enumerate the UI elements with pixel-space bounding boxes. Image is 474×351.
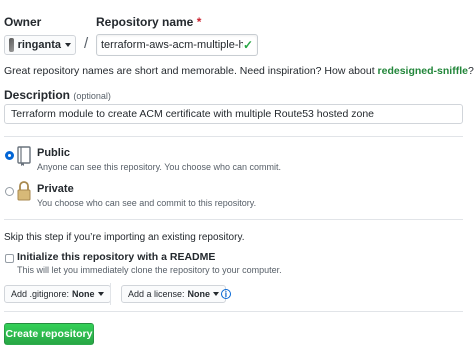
repository-name-label-text: Repository name	[96, 15, 194, 29]
vertical-divider	[110, 283, 111, 305]
owner-repo-separator: /	[84, 35, 89, 52]
import-note: Skip this step if you’re importing an ex…	[4, 232, 245, 243]
repository-name-input[interactable]: terraform-aws-acm-multiple-hosted-zone ✓	[96, 34, 258, 56]
description-input[interactable]: Terraform module to create ACM certifica…	[4, 104, 463, 124]
public-subtitle: Anyone can see this repository. You choo…	[37, 162, 281, 172]
private-subtitle: You choose who can see and commit to thi…	[37, 198, 257, 208]
chevron-down-icon	[97, 292, 104, 296]
divider	[4, 311, 463, 312]
repo-icon	[16, 146, 32, 171]
info-icon[interactable]: i	[221, 289, 231, 299]
gitignore-value: None	[72, 289, 95, 299]
lock-icon	[16, 180, 32, 207]
gitignore-dropdown[interactable]: Add .gitignore: None	[4, 285, 111, 303]
name-suggestion: Great repository names are short and mem…	[4, 65, 474, 77]
avatar	[9, 38, 14, 52]
suggestion-text: Great repository names are short and mem…	[4, 65, 378, 77]
public-title: Public	[37, 147, 71, 159]
owner-name: ringanta	[17, 39, 61, 51]
gitignore-label: Add .gitignore:	[11, 289, 70, 299]
owner-dropdown[interactable]: ringanta	[4, 35, 76, 55]
chevron-down-icon	[65, 43, 71, 47]
repository-name-value: terraform-aws-acm-multiple-hosted-zone	[101, 39, 243, 51]
description-label: Description (optional)	[4, 88, 111, 102]
license-value: None	[187, 289, 211, 299]
license-label: Add a license:	[128, 289, 185, 299]
divider	[4, 219, 463, 220]
optional-hint: (optional)	[73, 91, 111, 101]
description-label-text: Description	[4, 88, 71, 102]
readme-subtitle: This will let you immediately clone the …	[17, 265, 282, 275]
private-radio[interactable]	[5, 187, 14, 196]
chevron-down-icon	[213, 292, 220, 296]
suggested-name-link[interactable]: redesigned-sniffle	[378, 65, 468, 77]
readme-checkbox[interactable]	[5, 254, 14, 263]
private-title: Private	[37, 183, 74, 195]
repository-name-label: Repository name *	[96, 15, 201, 29]
license-dropdown[interactable]: Add a license: None	[121, 285, 227, 303]
readme-title: Initialize this repository with a README	[17, 251, 216, 263]
divider	[4, 136, 463, 137]
suggestion-suffix: ?	[467, 65, 474, 77]
check-icon: ✓	[242, 38, 253, 52]
public-radio[interactable]	[5, 151, 14, 160]
required-marker: *	[196, 15, 202, 29]
create-repository-button[interactable]: Create repository	[4, 323, 94, 345]
owner-label: Owner	[4, 15, 42, 29]
